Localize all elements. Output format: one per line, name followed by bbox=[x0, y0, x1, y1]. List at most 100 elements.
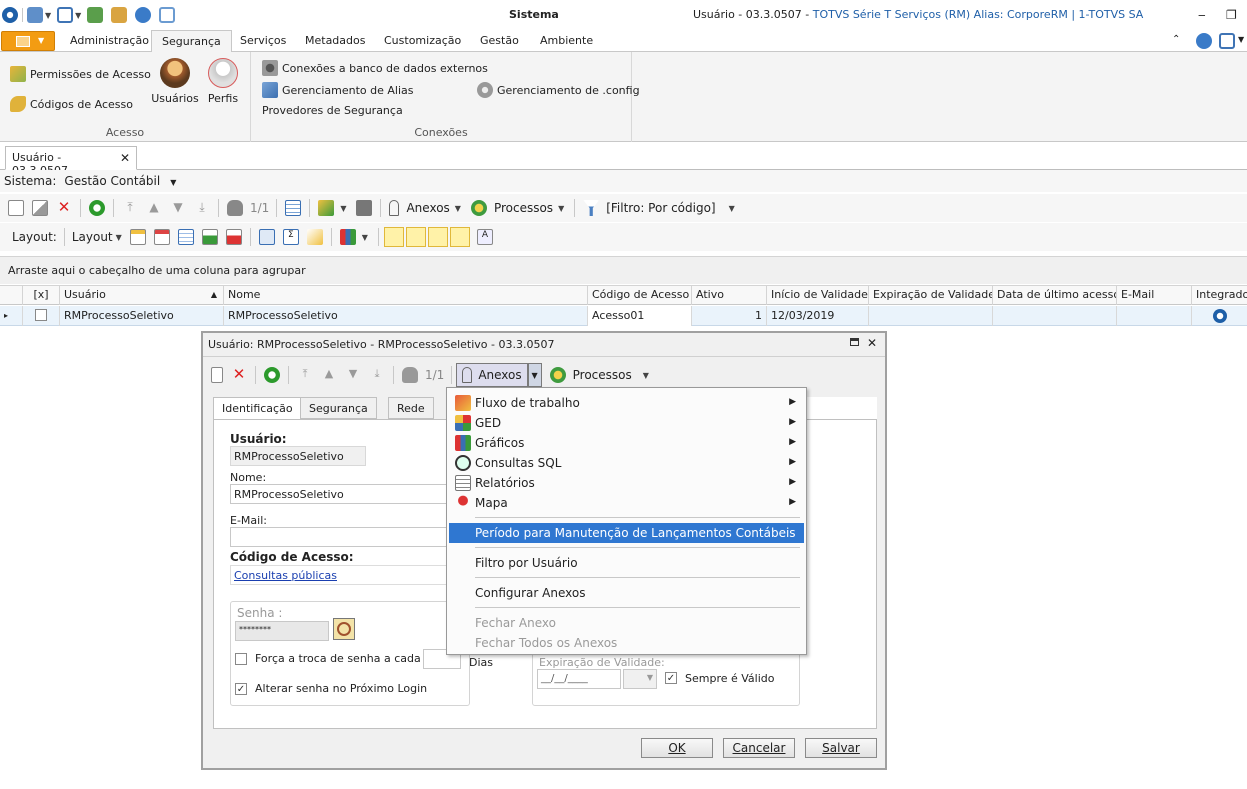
codigo-acesso-link[interactable]: Consultas públicas bbox=[230, 565, 450, 585]
sempre-valido-checkbox[interactable] bbox=[665, 672, 677, 684]
previous-record-icon[interactable]: ▲ bbox=[321, 367, 337, 383]
binoculars-icon[interactable] bbox=[402, 367, 418, 383]
menu-item-fluxo-trabalho[interactable]: Fluxo de trabalho ▶ bbox=[449, 393, 804, 413]
view-option-2-icon[interactable] bbox=[405, 227, 426, 247]
email-field[interactable] bbox=[230, 527, 450, 547]
layout-menu-button[interactable]: Layout bbox=[72, 230, 113, 244]
chevron-down-icon[interactable]: ▼ bbox=[455, 204, 461, 213]
permissoes-acesso-button[interactable]: Permissões de Acesso bbox=[10, 66, 151, 82]
tab-administracao[interactable]: Administração bbox=[60, 30, 159, 52]
chevron-down-icon[interactable]: ▼ bbox=[340, 204, 346, 213]
columns-icon[interactable] bbox=[258, 229, 275, 245]
save-button[interactable]: Salvar bbox=[805, 738, 877, 758]
menu-item-configurar-anexos[interactable]: Configurar Anexos bbox=[449, 583, 804, 603]
processos-button[interactable]: Processos bbox=[494, 201, 553, 215]
menu-item-relatorios[interactable]: Relatórios ▶ bbox=[449, 473, 804, 493]
new-icon[interactable] bbox=[211, 367, 223, 383]
column-header-inicio[interactable]: Início de Validade bbox=[766, 286, 868, 305]
chevron-down-icon[interactable]: ▼ bbox=[558, 204, 564, 213]
column-header-ativo[interactable]: Ativo bbox=[691, 286, 766, 305]
globe-network-icon[interactable] bbox=[135, 7, 152, 23]
chevron-down-icon[interactable]: ▼ bbox=[643, 371, 649, 380]
column-header-ultimo-acesso[interactable]: Data de último acesso bbox=[992, 286, 1116, 305]
chevron-down-icon[interactable]: ▼ bbox=[75, 11, 81, 20]
tab-seguranca[interactable]: Segurança bbox=[151, 30, 232, 53]
layout-save-icon[interactable] bbox=[129, 229, 146, 245]
column-header-usuario[interactable]: Usuário ▲ bbox=[59, 286, 223, 305]
chevron-down-icon[interactable]: ▼ bbox=[362, 233, 368, 242]
print-icon[interactable] bbox=[356, 200, 373, 216]
view-option-4-icon[interactable] bbox=[449, 227, 470, 247]
group-by-bar[interactable]: Arraste aqui o cabeçalho de uma coluna p… bbox=[0, 256, 1247, 284]
processos-button[interactable]: Processos bbox=[573, 368, 632, 382]
grid-view-icon[interactable] bbox=[285, 200, 302, 216]
first-record-icon[interactable]: ⤒ bbox=[297, 367, 313, 383]
chevron-down-icon[interactable]: ▼ bbox=[729, 204, 735, 213]
previous-record-icon[interactable]: ▲ bbox=[146, 200, 162, 216]
row-select[interactable] bbox=[22, 306, 59, 326]
new-icon[interactable] bbox=[8, 200, 24, 216]
minimize-icon[interactable]: ‒ bbox=[1198, 8, 1206, 22]
font-icon[interactable]: A bbox=[476, 229, 493, 245]
cancel-button[interactable]: Cancelar bbox=[723, 738, 795, 758]
copy-windows-icon[interactable] bbox=[159, 7, 176, 23]
menu-item-periodo-manutencao[interactable]: Período para Manutenção de Lançamentos C… bbox=[449, 523, 804, 543]
delete-icon[interactable]: ✕ bbox=[56, 200, 72, 216]
restore-icon[interactable]: ❐ bbox=[1226, 8, 1237, 22]
codigos-acesso-button[interactable]: Códigos de Acesso bbox=[10, 96, 133, 112]
app-logo-icon[interactable] bbox=[2, 7, 18, 23]
tab-customizacao[interactable]: Customização bbox=[374, 30, 471, 52]
expiracao-field[interactable]: __/__/____ bbox=[537, 669, 621, 689]
last-record-icon[interactable]: ⤓ bbox=[194, 200, 210, 216]
row-checkbox[interactable] bbox=[35, 309, 47, 321]
key-button[interactable] bbox=[333, 618, 355, 640]
chevron-down-icon[interactable]: ▼ bbox=[45, 11, 51, 20]
anexos-dropdown-icon[interactable]: ▼ bbox=[527, 363, 542, 387]
format-icon[interactable] bbox=[306, 229, 323, 245]
tab-metadados[interactable]: Metadados bbox=[295, 30, 375, 52]
column-header-nome[interactable]: Nome bbox=[223, 286, 587, 305]
application-menu-button[interactable]: ▼ bbox=[1, 31, 55, 51]
tab-rede[interactable]: Rede bbox=[388, 397, 434, 419]
close-icon[interactable]: ✕ bbox=[120, 151, 130, 165]
close-icon[interactable]: ✕ bbox=[867, 336, 877, 350]
binoculars-icon[interactable] bbox=[227, 200, 243, 216]
export-icon[interactable] bbox=[87, 7, 104, 23]
view-option-3-icon[interactable] bbox=[427, 227, 448, 247]
export-icon[interactable] bbox=[318, 200, 335, 216]
column-header-codigo[interactable]: Código de Acesso bbox=[587, 286, 691, 305]
layout-import-icon[interactable] bbox=[201, 229, 218, 245]
first-record-icon[interactable]: ⤒ bbox=[122, 200, 138, 216]
chart-icon[interactable] bbox=[339, 229, 356, 245]
usuario-field[interactable]: RMProcessoSeletivo bbox=[230, 446, 366, 466]
next-record-icon[interactable]: ▼ bbox=[345, 367, 361, 383]
menu-item-consultas-sql[interactable]: Consultas SQL ▶ bbox=[449, 453, 804, 473]
window-icon[interactable] bbox=[57, 7, 74, 23]
gerenciamento-config-button[interactable]: Gerenciamento de .config bbox=[477, 82, 640, 98]
layout-export-icon[interactable] bbox=[225, 229, 242, 245]
usuarios-button[interactable]: Usuários bbox=[148, 58, 202, 105]
gerenciamento-alias-button[interactable]: Gerenciamento de Alias bbox=[262, 82, 414, 98]
tab-servicos[interactable]: Serviços bbox=[230, 30, 296, 52]
forca-troca-checkbox[interactable] bbox=[235, 653, 247, 665]
next-record-icon[interactable]: ▼ bbox=[170, 200, 186, 216]
sistema-select[interactable]: Gestão Contábil ▼ bbox=[64, 174, 176, 188]
last-record-icon[interactable]: ⤓ bbox=[369, 367, 385, 383]
chevron-down-icon[interactable]: ▼ bbox=[1238, 35, 1244, 44]
menu-item-fechar-todos-anexos[interactable]: Fechar Todos os Anexos bbox=[449, 633, 804, 653]
layout-grid-icon[interactable] bbox=[177, 229, 194, 245]
filtro-button[interactable]: [Filtro: Por código] bbox=[606, 201, 715, 215]
perfis-button[interactable]: Perfis bbox=[200, 58, 246, 105]
table-row[interactable]: ▸ RMProcessoSeletivo RMProcessoSeletivo … bbox=[0, 306, 1247, 326]
tab-gestao[interactable]: Gestão bbox=[470, 30, 529, 52]
senha-field[interactable]: ******** bbox=[235, 621, 329, 641]
delete-icon[interactable]: ✕ bbox=[231, 367, 247, 383]
globe-icon[interactable] bbox=[1196, 33, 1212, 49]
column-header-expiracao[interactable]: Expiração de Validade bbox=[868, 286, 992, 305]
globe-icon[interactable] bbox=[27, 7, 43, 23]
menu-item-fechar-anexo[interactable]: Fechar Anexo bbox=[449, 613, 804, 633]
refresh-icon[interactable] bbox=[264, 367, 280, 383]
chevron-down-icon[interactable]: ▼ bbox=[116, 233, 122, 242]
view-option-1-icon[interactable] bbox=[383, 227, 404, 247]
calendar-dropdown-icon[interactable]: ▼ bbox=[623, 669, 657, 689]
